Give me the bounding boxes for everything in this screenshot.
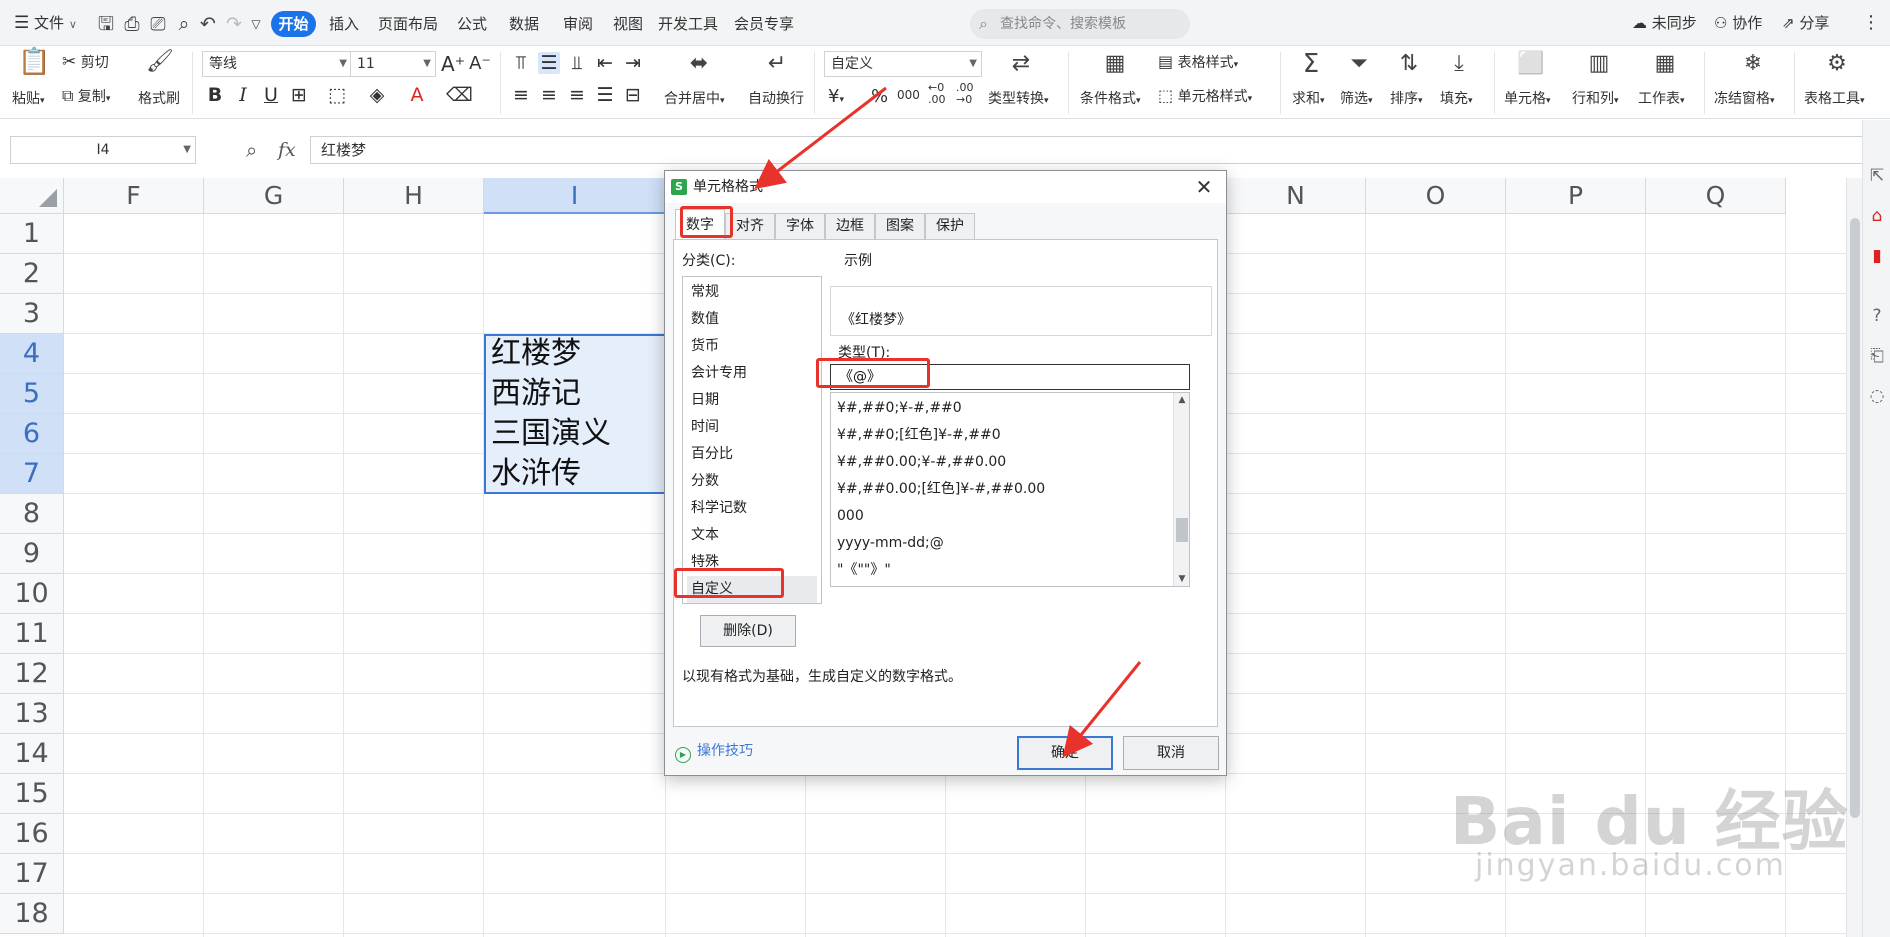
annotation-arrow-to-ok [1062, 661, 1142, 758]
annotation-arrow-to-dialog [754, 86, 887, 190]
spreadsheet-app: ☰ 文件 ∨ 🖫 ⎙ ⎚ ⌕ ↶ ↷ ▽ 开始 插入 页面布局 公式 数据 审阅… [0, 0, 1890, 937]
watermark-url: jingyan.baidu.com [1475, 848, 1786, 883]
